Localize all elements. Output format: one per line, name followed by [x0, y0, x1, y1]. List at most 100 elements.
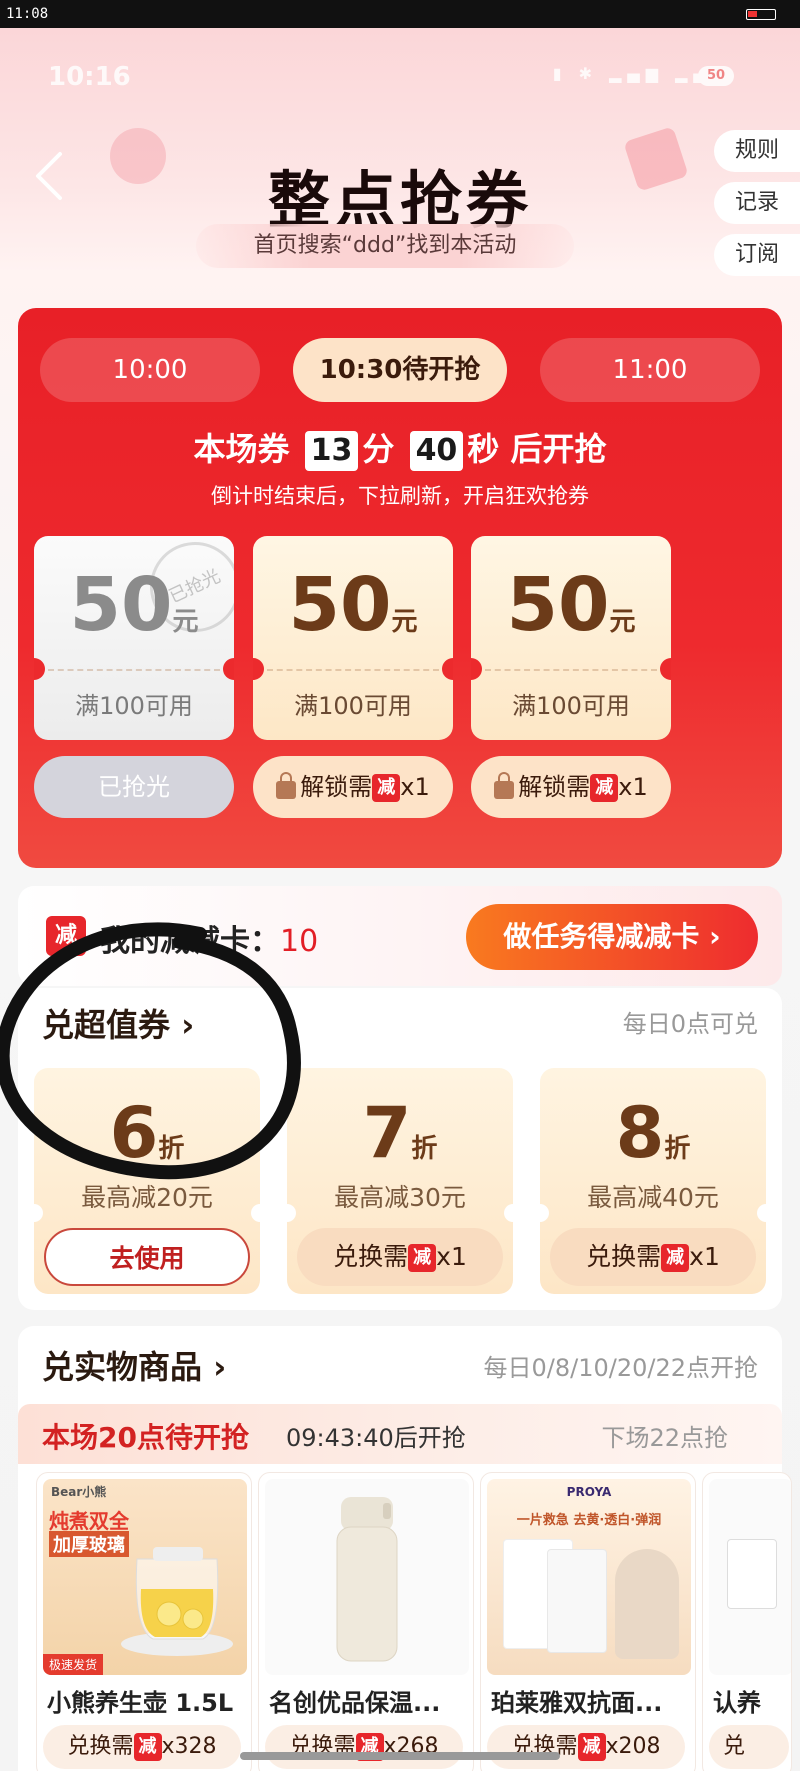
discount-caption: 最高减20元: [81, 1183, 213, 1212]
price-label: 兑换需: [67, 1734, 134, 1759]
coupon-card-1: 已抢光 50元 满100可用: [34, 536, 234, 740]
do-tasks-button[interactable]: 做任务得减减卡 ›: [466, 904, 758, 970]
use-button[interactable]: 去使用: [44, 1228, 250, 1286]
exchange-note: 每日0点可兑: [622, 1010, 758, 1038]
subscribe-button[interactable]: 订阅: [714, 234, 800, 276]
exchange-coupon-section: 兑超值券 › 每日0点可兑 6折 最高减20元 去使用 7折 最高减30元 兑换…: [18, 988, 782, 1310]
exchange-price[interactable]: 兑: [709, 1725, 789, 1769]
countdown: 本场券 13 分 40 秒 后开抢: [18, 424, 782, 471]
session-header: 本场20点待开抢 09:43:40后开抢 下场22点抢: [18, 1404, 782, 1464]
unlock-qty: x1: [400, 773, 430, 801]
rules-button[interactable]: 规则: [714, 130, 800, 172]
current-session: 本场20点待开抢: [42, 1421, 249, 1454]
device-time: 11:08: [6, 6, 49, 22]
unlock-qty: x1: [618, 773, 648, 801]
refresh-hint: 倒计时结束后，下拉刷新，开启狂欢抢券: [211, 484, 589, 508]
countdown-prefix: 本场券: [193, 430, 290, 468]
tab-1100[interactable]: 11:00: [540, 338, 760, 402]
discount-unit: 折: [664, 1134, 691, 1164]
coupon-condition: 满100可用: [75, 692, 193, 720]
discount-value: 8: [615, 1092, 665, 1174]
coupon-amount: 50: [506, 562, 610, 648]
unlock-label: 解锁需: [518, 773, 591, 801]
exchange-price[interactable]: 兑换需减 x208: [487, 1725, 685, 1769]
jian-card-icon: 减: [372, 774, 401, 802]
exchange-price[interactable]: 兑换需减 x268: [265, 1725, 463, 1769]
phone-status-bar: 10:16 ▮ ✱ ▂▄▆ ▂▄▆ 50: [0, 58, 800, 98]
discount-card-7: 7折 最高减30元 兑换需减 x1: [278, 1068, 522, 1294]
goods-card-partial[interactable]: 认养 兑: [702, 1472, 792, 1771]
coupon-amount: 50: [288, 562, 392, 648]
exchange-label: 兑换需: [333, 1242, 409, 1271]
countdown-seconds: 40: [409, 431, 464, 471]
thermos-icon: [336, 1497, 398, 1662]
coupon-amount: 50: [69, 562, 173, 648]
coupon-grab-panel: 10:00 10:30待开抢 11:00 本场券 13 分 40 秒 后开抢 倒计时…: [18, 308, 782, 868]
coupon-unit: 元: [609, 607, 636, 637]
kettle-icon: [121, 1547, 233, 1656]
price-qty: x328: [161, 1734, 217, 1759]
second-unit: 秒: [467, 430, 500, 468]
search-hint: 首页搜索“ddd”找到本活动: [196, 224, 574, 268]
unlock-button-3[interactable]: 解锁需减 x1: [471, 756, 671, 818]
discount-unit: 折: [411, 1134, 438, 1164]
home-indicator[interactable]: [240, 1752, 560, 1760]
pic-brand: Bear小熊: [51, 1485, 107, 1499]
goods-schedule-note: 每日0/8/10/20/22点开抢: [483, 1354, 759, 1382]
jian-card-icon: 减: [133, 1733, 162, 1761]
discount-card-8: 8折 最高减40元 兑换需减 x1: [531, 1068, 775, 1294]
coupon-card-3: 50元 满100可用: [471, 536, 671, 740]
exchange-qty: x1: [436, 1242, 467, 1271]
exchange-coupon-title[interactable]: 兑超值券 ›: [42, 1000, 194, 1046]
lock-icon: [276, 772, 297, 799]
next-session[interactable]: 下场22点抢: [601, 1418, 728, 1453]
goods-name: 认养: [713, 1689, 761, 1717]
discount-unit: 折: [158, 1134, 185, 1164]
goods-card-proya[interactable]: PROYA 一片救急 去黄·透白·弹润 珀莱雅双抗面... 兑换需减 x208: [480, 1472, 696, 1771]
battery-icon: [746, 9, 776, 20]
coupon-unit: 元: [391, 607, 418, 637]
jian-card-title: 我的减减卡：10: [100, 916, 318, 960]
jian-card-icon: 减: [661, 1244, 690, 1272]
records-button[interactable]: 记录: [714, 182, 800, 224]
coupon-card-2: 50元 满100可用: [253, 536, 453, 740]
exchange-button-8[interactable]: 兑换需减 x1: [550, 1228, 756, 1286]
discount-value: 6: [109, 1092, 159, 1174]
coupon-condition: 满100可用: [512, 692, 630, 720]
app-screen: 10:16 ▮ ✱ ▂▄▆ ▂▄▆ 50 整点抢券 首页搜索“ddd”找到本活动…: [0, 28, 800, 1771]
exchange-qty: x1: [689, 1242, 720, 1271]
countdown-minutes: 13: [304, 431, 359, 471]
discount-caption: 最高减40元: [587, 1183, 719, 1212]
partial-image: [709, 1479, 791, 1675]
discount-value: 7: [362, 1092, 412, 1174]
goods-name: 名创优品保温...: [269, 1689, 441, 1717]
tab-1000[interactable]: 10:00: [40, 338, 260, 402]
proya-image: PROYA 一片救急 去黄·透白·弹润: [487, 1479, 691, 1675]
jian-card-label: 我的减减卡：: [100, 924, 280, 959]
tab-1030[interactable]: 10:30待开抢: [293, 338, 507, 402]
exchange-price[interactable]: 兑换需减 x328: [43, 1725, 241, 1769]
countdown-suffix: 后开抢: [510, 430, 607, 468]
pic-brand: PROYA: [566, 1485, 612, 1499]
jian-card-icon: 减: [590, 774, 619, 802]
jian-card-icon: 减: [408, 1244, 437, 1272]
jian-card-icon: 减: [577, 1733, 606, 1761]
unlock-button-2[interactable]: 解锁需减 x1: [253, 756, 453, 818]
coupon-condition: 满100可用: [294, 692, 412, 720]
kettle-image: Bear小熊 炖煮双全 加厚玻璃 极速发货: [43, 1479, 247, 1675]
jian-card-panel: 减 我的减减卡：10 做任务得减减卡 ›: [18, 886, 782, 986]
exchange-goods-section: 兑实物商品 › 每日0/8/10/20/22点开抢 本场20点待开抢 09:43…: [18, 1326, 792, 1771]
thermos-image: [265, 1479, 469, 1675]
minute-unit: 分: [362, 430, 395, 468]
goods-card-thermos[interactable]: 名创优品保温... 兑换需减 x268: [258, 1472, 474, 1771]
device-status-bar: 11:08: [0, 0, 800, 28]
goods-name: 珀莱雅双抗面...: [491, 1689, 663, 1717]
session-countdown: 09:43:40后开抢: [286, 1424, 466, 1452]
pic-text-1: 一片救急 去黄·透白·弹润: [516, 1513, 662, 1528]
status-time: 10:16: [48, 62, 131, 92]
exchange-goods-title[interactable]: 兑实物商品 ›: [42, 1342, 226, 1388]
goods-card-kettle[interactable]: Bear小熊 炖煮双全 加厚玻璃 极速发货 小熊养生壶 1.5L 兑换需减 x32…: [36, 1472, 252, 1771]
price-qty: x208: [605, 1734, 661, 1759]
sold-out-button: 已抢光: [34, 756, 234, 818]
exchange-button-7[interactable]: 兑换需减 x1: [297, 1228, 503, 1286]
